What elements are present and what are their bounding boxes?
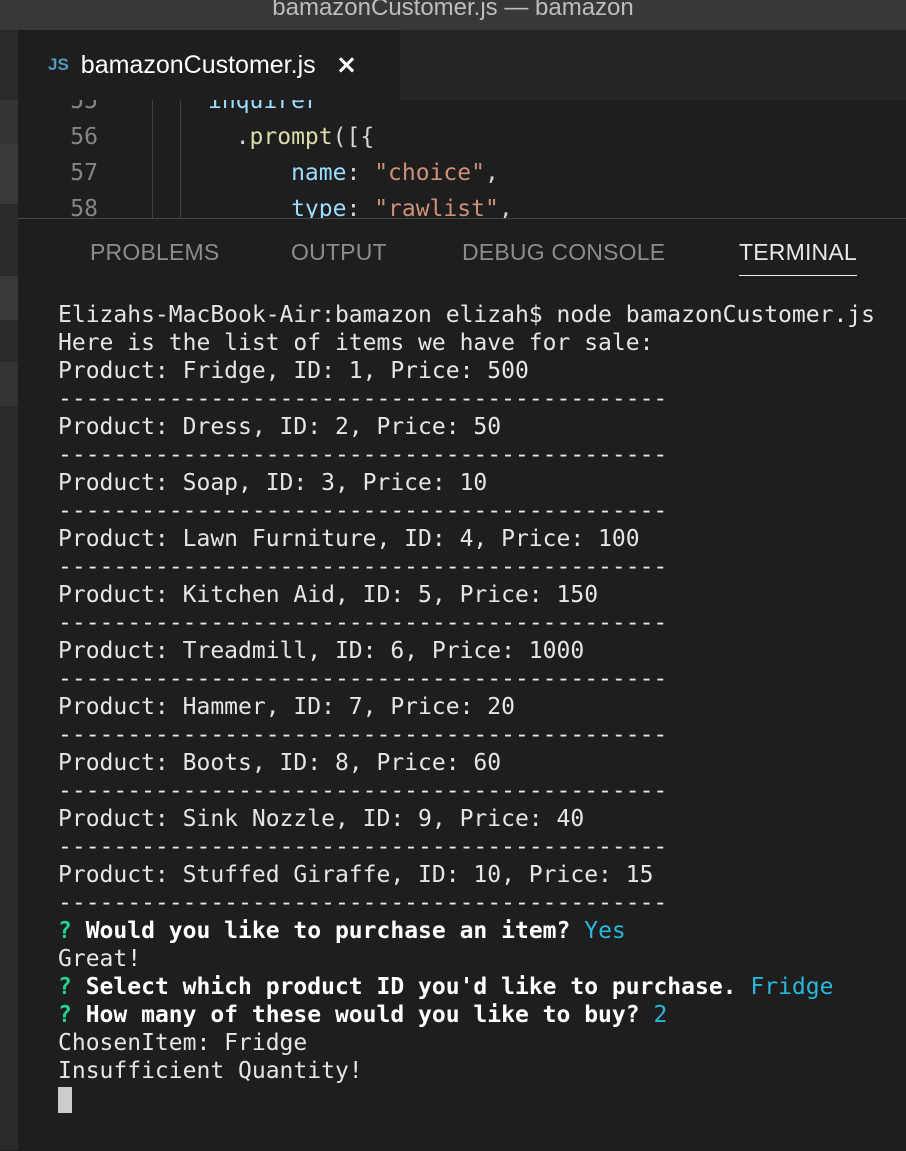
terminal-line: ----------------------------------------… [58, 554, 668, 580]
terminal-cursor [58, 1087, 72, 1113]
tab-problems[interactable]: PROBLEMS [90, 239, 219, 266]
terminal-line: Product: Treadmill, ID: 6, Price: 1000 [58, 638, 585, 664]
bottom-panel: PROBLEMS OUTPUT DEBUG CONSOLE TERMINAL E… [18, 218, 906, 1151]
terminal-line: Product: Boots, ID: 8, Price: 60 [58, 750, 502, 776]
terminal-line: ChosenItem: Fridge [58, 1030, 308, 1056]
prompt-question: Would you like to purchase an item? [71, 918, 585, 944]
question-mark-icon: ? [58, 918, 72, 944]
prompt-question: How many of these would you like to buy? [71, 1002, 654, 1028]
terminal-prompt-line: ? How many of these would you like to bu… [58, 1001, 906, 1029]
activity-item[interactable] [0, 144, 18, 204]
code-token: "choice" [374, 160, 485, 186]
line-number: 55 [70, 100, 98, 114]
terminal-line: ----------------------------------------… [58, 442, 668, 468]
line-number: 58 [70, 196, 98, 218]
code-token: . [208, 124, 250, 150]
tab-terminal[interactable]: TERMINAL [739, 239, 857, 276]
terminal-line: Insufficient Quantity! [58, 1058, 363, 1084]
code-token: : [346, 160, 375, 186]
code-text: .prompt([{ [208, 124, 375, 150]
terminal-line: Product: Fridge, ID: 1, Price: 500 [58, 358, 529, 384]
tab-output[interactable]: OUTPUT [291, 239, 387, 266]
line-number: 57 [70, 160, 98, 186]
code-token: , [498, 196, 513, 218]
activity-bar [0, 30, 18, 1150]
terminal-line: Product: Kitchen Aid, ID: 5, Price: 150 [58, 582, 599, 608]
prompt-answer: Fridge [750, 974, 834, 1000]
code-text: inquirer [208, 100, 319, 114]
window-title: bamazonCustomer.js — bamazon [272, 0, 634, 21]
code-line[interactable]: 55 inquirer [18, 100, 906, 124]
terminal-line: Here is the list of items we have for sa… [58, 330, 654, 356]
terminal-line: Product: Hammer, ID: 7, Price: 20 [58, 694, 515, 720]
code-token: inquirer [208, 100, 319, 114]
code-token: : [346, 196, 375, 218]
tab-debug-console[interactable]: DEBUG CONSOLE [462, 239, 665, 266]
code-token: prompt [249, 124, 333, 150]
terminal-line: Product: Dress, ID: 2, Price: 50 [58, 414, 502, 440]
terminal-line: ----------------------------------------… [58, 666, 668, 692]
terminal-output[interactable]: Elizahs-MacBook-Air:bamazon elizah$ node… [58, 301, 906, 1113]
close-icon[interactable]: × [336, 50, 358, 80]
terminal-line: Product: Lawn Furniture, ID: 4, Price: 1… [58, 526, 640, 552]
terminal-input-line[interactable] [58, 1085, 906, 1113]
code-line[interactable]: 57 name: "choice", [18, 160, 906, 196]
code-token: , [484, 160, 499, 186]
terminal-line: ----------------------------------------… [58, 386, 668, 412]
terminal-line: Product: Stuffed Giraffe, ID: 10, Price:… [58, 862, 654, 888]
prompt-answer: 2 [653, 1002, 668, 1028]
terminal-line: ----------------------------------------… [58, 890, 668, 916]
line-number: 56 [70, 124, 98, 150]
js-file-icon: JS [48, 55, 69, 74]
question-mark-icon: ? [58, 974, 72, 1000]
terminal-prompt-line: ? Would you like to purchase an item? Ye… [58, 917, 906, 945]
editor-tab-bar: JS bamazonCustomer.js × [18, 30, 906, 100]
panel-tab-bar: PROBLEMS OUTPUT DEBUG CONSOLE TERMINAL [18, 219, 906, 279]
terminal-line: Great! [58, 946, 142, 972]
code-token: ([{ [332, 124, 375, 150]
terminal-line: Product: Soap, ID: 3, Price: 10 [58, 470, 488, 496]
terminal-line: Elizahs-MacBook-Air:bamazon elizah$ node… [58, 302, 875, 328]
code-line[interactable]: 56 .prompt([{ [18, 124, 906, 160]
terminal-line: ----------------------------------------… [58, 834, 668, 860]
prompt-answer: Yes [584, 918, 626, 944]
tab-title: bamazonCustomer.js [80, 50, 316, 79]
code-text: type: "rawlist", [208, 196, 513, 218]
terminal-line: ----------------------------------------… [58, 722, 668, 748]
code-token: name [208, 160, 347, 186]
code-editor[interactable]: 55 inquirer 56 .prompt([{57 name: "choice"… [18, 100, 906, 218]
window-title-bar: bamazonCustomer.js — bamazon [0, 0, 906, 30]
activity-item[interactable] [0, 100, 18, 144]
tab-bamazon-customer-js[interactable]: JS bamazonCustomer.js × [18, 30, 400, 100]
terminal-line: Product: Sink Nozzle, ID: 9, Price: 40 [58, 806, 585, 832]
code-token: type [208, 196, 347, 218]
terminal-line: ----------------------------------------… [58, 610, 668, 636]
terminal-line: ----------------------------------------… [58, 778, 668, 804]
code-token: "rawlist" [374, 196, 499, 218]
prompt-question: Select which product ID you'd like to pu… [71, 974, 751, 1000]
question-mark-icon: ? [58, 1002, 72, 1028]
terminal-line: ----------------------------------------… [58, 498, 668, 524]
activity-item[interactable] [0, 276, 18, 320]
code-text: name: "choice", [208, 160, 499, 186]
terminal-prompt-line: ? Select which product ID you'd like to … [58, 973, 906, 1001]
activity-item[interactable] [0, 362, 18, 406]
code-line[interactable]: 58 type: "rawlist", [18, 196, 906, 218]
